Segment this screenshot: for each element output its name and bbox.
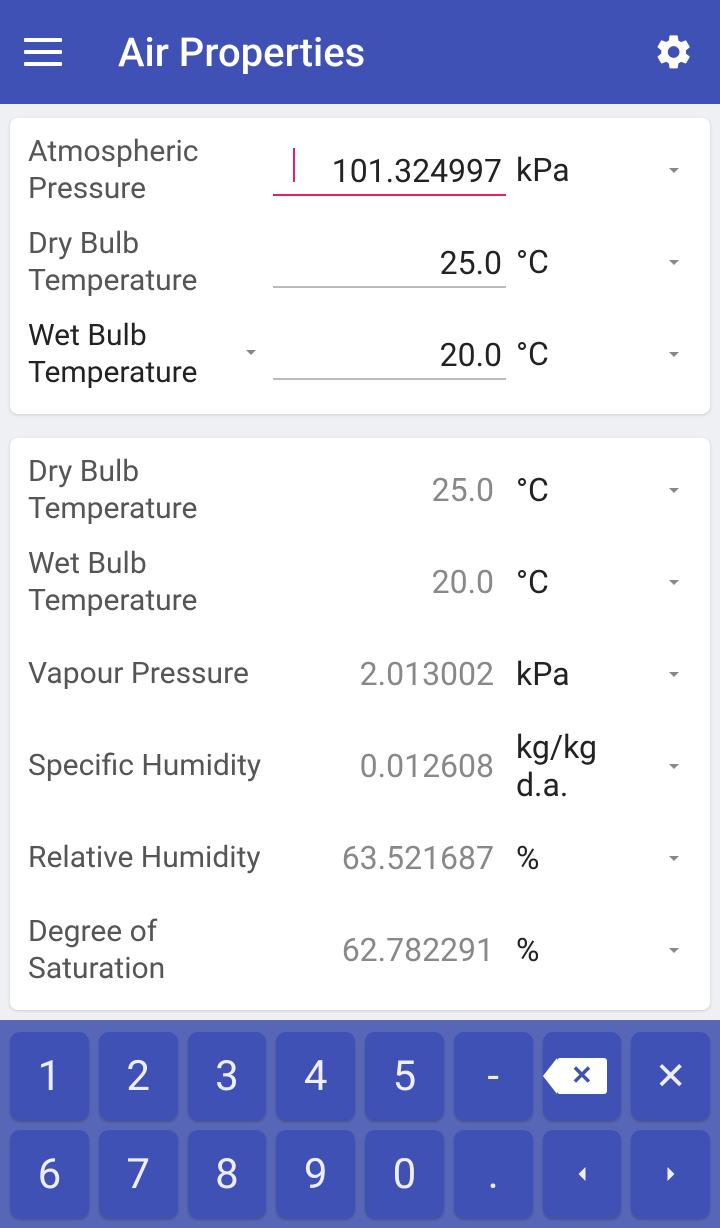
result-row: Wet Bulb Temperature 20.0 °C <box>28 536 692 628</box>
unit-label: °C <box>516 471 646 509</box>
parameter-label: Atmospheric Pressure <box>28 133 263 208</box>
result-value: 0.012608 <box>273 747 506 785</box>
key-9[interactable]: 9 <box>276 1130 355 1218</box>
unit-label: kPa <box>516 151 646 189</box>
unit-label: °C <box>516 563 646 601</box>
unit-label: % <box>516 931 646 969</box>
input-row: Dry Bulb Temperature °C <box>28 216 692 308</box>
parameter-label: Dry Bulb Temperature <box>28 225 263 300</box>
key-8[interactable]: 8 <box>188 1130 267 1218</box>
value-input[interactable] <box>273 236 506 288</box>
result-label: Wet Bulb Temperature <box>28 545 263 620</box>
gear-icon <box>654 32 694 72</box>
key-0[interactable]: 0 <box>365 1130 444 1218</box>
unit-selector[interactable] <box>656 754 692 778</box>
settings-button[interactable] <box>652 30 696 74</box>
content-area: Atmospheric Pressure kPaDry Bulb Tempera… <box>0 104 720 1020</box>
result-label: Dry Bulb Temperature <box>28 453 263 528</box>
result-label: Vapour Pressure <box>28 655 263 693</box>
unit-label: °C <box>516 243 646 281</box>
input-row: Wet Bulb Temperature °C <box>28 308 692 400</box>
result-row: Degree of Saturation 62.782291% <box>28 904 692 996</box>
parameter-label: Wet Bulb Temperature <box>28 317 235 392</box>
key-4[interactable]: 4 <box>276 1032 355 1120</box>
key-2[interactable]: 2 <box>99 1032 178 1120</box>
unit-selector[interactable] <box>656 478 692 502</box>
value-input[interactable] <box>273 144 506 196</box>
backspace-icon: ✕ <box>557 1058 607 1094</box>
unit-label: kPa <box>516 655 646 693</box>
result-row: Vapour Pressure 2.013002 kPa <box>28 628 692 720</box>
result-label: Relative Humidity <box>28 839 263 877</box>
unit-selector[interactable] <box>656 938 692 962</box>
result-value: 63.521687 <box>273 839 506 877</box>
app-bar: Air Properties <box>0 0 720 104</box>
menu-icon[interactable] <box>24 38 62 66</box>
key-close[interactable]: ✕ <box>631 1032 710 1120</box>
unit-selector[interactable] <box>656 158 692 182</box>
unit-label: kg/kg d.a. <box>516 728 646 804</box>
key-prev[interactable] <box>543 1130 622 1218</box>
value-input[interactable] <box>273 328 506 380</box>
unit-label: % <box>516 839 646 877</box>
result-value: 2.013002 <box>273 655 506 693</box>
key-backspace[interactable]: ✕ <box>543 1032 622 1120</box>
result-label: Degree of Saturation <box>28 913 263 988</box>
result-row: Relative Humidity 63.521687% <box>28 812 692 904</box>
key-next[interactable] <box>631 1130 710 1218</box>
result-label: Specific Humidity <box>28 747 263 785</box>
unit-selector[interactable] <box>656 662 692 686</box>
key-3[interactable]: 3 <box>188 1032 267 1120</box>
input-card: Atmospheric Pressure kPaDry Bulb Tempera… <box>10 118 710 414</box>
key-6[interactable]: 6 <box>10 1130 89 1218</box>
result-row: Dry Bulb Temperature 25.0 °C <box>28 444 692 536</box>
numeric-keyboard: 12345-✕✕ 67890. <box>0 1020 720 1228</box>
input-row: Atmospheric Pressure kPa <box>28 124 692 216</box>
unit-selector[interactable] <box>656 570 692 594</box>
key-7[interactable]: 7 <box>99 1130 178 1218</box>
result-value: 25.0 <box>273 471 506 509</box>
result-value: 20.0 <box>273 563 506 601</box>
key-dot[interactable]: . <box>454 1130 533 1218</box>
key-5[interactable]: 5 <box>365 1032 444 1120</box>
result-value: 62.782291 <box>273 931 506 969</box>
key-minus[interactable]: - <box>454 1032 533 1120</box>
result-row: Specific Humidity 0.012608 kg/kg d.a. <box>28 720 692 812</box>
unit-selector[interactable] <box>656 342 692 366</box>
page-title: Air Properties <box>118 29 652 76</box>
close-icon: ✕ <box>655 1054 687 1099</box>
parameter-selector[interactable]: Wet Bulb Temperature <box>28 317 263 392</box>
unit-selector[interactable] <box>656 250 692 274</box>
chevron-right-icon <box>657 1160 685 1188</box>
unit-selector[interactable] <box>656 846 692 870</box>
results-card: Dry Bulb Temperature25.0°CWet Bulb Tempe… <box>10 438 710 1010</box>
chevron-left-icon <box>568 1160 596 1188</box>
key-1[interactable]: 1 <box>10 1032 89 1120</box>
text-caret <box>293 148 295 182</box>
unit-label: °C <box>516 335 646 373</box>
dropdown-icon <box>239 340 263 368</box>
